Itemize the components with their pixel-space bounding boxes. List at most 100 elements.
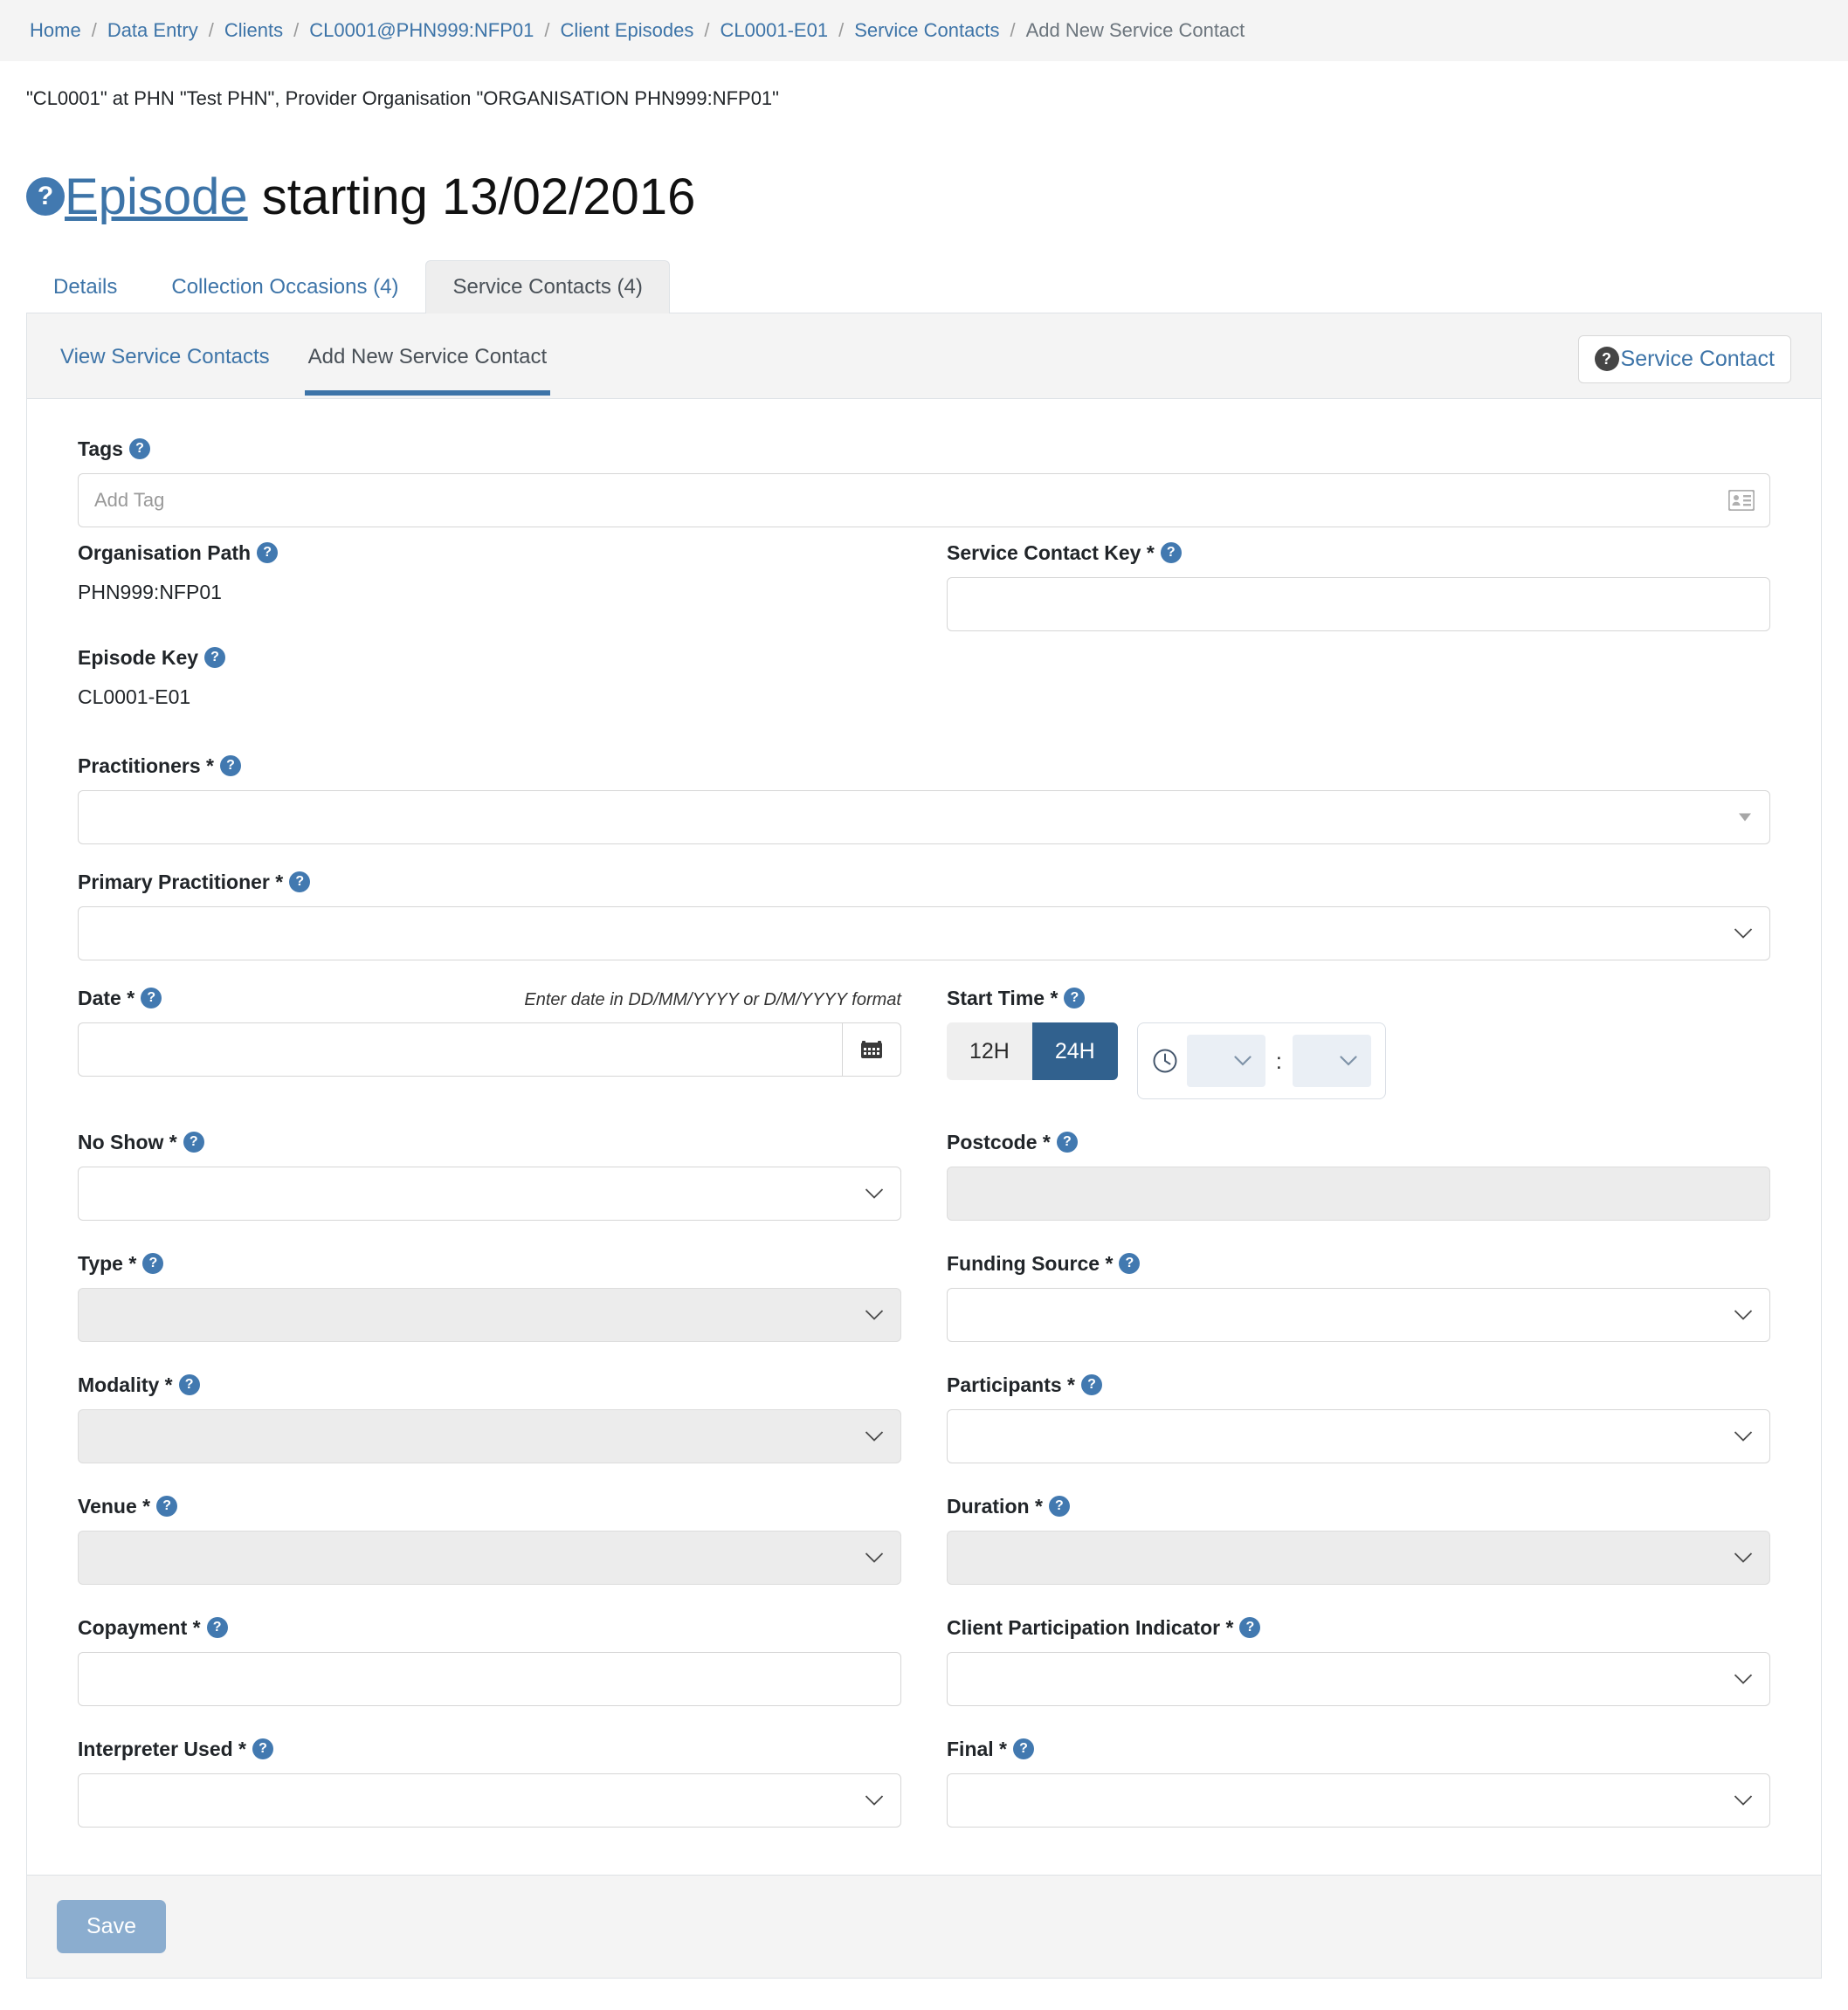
postcode-label-text: Postcode * bbox=[947, 1131, 1051, 1154]
participants-select[interactable] bbox=[947, 1409, 1770, 1464]
page-title-link[interactable]: Episode bbox=[65, 169, 248, 225]
subtab-add-new-service-contact[interactable]: Add New Service Contact bbox=[304, 336, 551, 396]
start-time-controls: 12H 24H : bbox=[947, 1022, 1770, 1100]
row-modality-participants: Modality *? Participants *? bbox=[78, 1373, 1770, 1476]
final-select[interactable] bbox=[947, 1773, 1770, 1828]
question-mark-icon[interactable]: ? bbox=[1081, 1374, 1102, 1396]
field-postcode: Postcode *? bbox=[947, 1131, 1770, 1222]
episode-key-label-text: Episode Key bbox=[78, 646, 199, 670]
col-right-service-contact-key: Service Contact Key *? bbox=[947, 541, 1770, 721]
breadcrumb-item-data-entry[interactable]: Data Entry bbox=[107, 19, 198, 42]
primary-practitioner-select[interactable] bbox=[78, 906, 1770, 961]
funding-source-select-wrapper bbox=[947, 1288, 1770, 1343]
no-show-select[interactable] bbox=[78, 1167, 901, 1222]
interpreter-used-select[interactable] bbox=[78, 1773, 901, 1828]
hour-select[interactable] bbox=[1186, 1035, 1265, 1088]
row-type-funding-source: Type *? Funding Source *? bbox=[78, 1252, 1770, 1354]
breadcrumb-item-clients[interactable]: Clients bbox=[224, 19, 283, 42]
venue-select bbox=[78, 1531, 901, 1586]
question-mark-icon[interactable]: ? bbox=[26, 176, 65, 216]
question-mark-icon[interactable]: ? bbox=[206, 1617, 228, 1639]
question-mark-icon[interactable]: ? bbox=[142, 1253, 164, 1275]
question-mark-icon[interactable]: ? bbox=[1160, 542, 1182, 564]
episode-key-value: CL0001-E01 bbox=[78, 685, 191, 709]
date-label: Date *? bbox=[78, 987, 162, 1010]
type-select-wrapper bbox=[78, 1288, 901, 1343]
client-participation-indicator-select[interactable] bbox=[947, 1652, 1770, 1707]
question-mark-icon[interactable]: ? bbox=[1048, 1496, 1070, 1518]
question-mark-icon[interactable]: ? bbox=[1239, 1617, 1261, 1639]
field-venue: Venue *? bbox=[78, 1495, 901, 1586]
final-label: Final *? bbox=[947, 1738, 1770, 1761]
no-show-label: No Show *? bbox=[78, 1131, 901, 1154]
practitioners-multiselect[interactable] bbox=[78, 790, 1770, 845]
hour-format-toggle: 12H 24H bbox=[947, 1022, 1118, 1081]
duration-select-wrapper bbox=[947, 1531, 1770, 1586]
tab-service-contacts[interactable]: Service Contacts (4) bbox=[425, 260, 670, 314]
participants-select-wrapper bbox=[947, 1409, 1770, 1464]
breadcrumb-separator: / bbox=[91, 19, 97, 41]
no-show-label-text: No Show * bbox=[78, 1131, 177, 1154]
question-mark-icon[interactable]: ? bbox=[219, 755, 241, 777]
interpreter-used-label: Interpreter Used *? bbox=[78, 1738, 901, 1761]
question-mark-icon[interactable]: ? bbox=[289, 871, 311, 893]
question-mark-icon[interactable]: ? bbox=[1119, 1253, 1141, 1275]
calendar-button[interactable] bbox=[842, 1022, 901, 1077]
field-service-contact-key: Service Contact Key *? bbox=[947, 541, 1770, 632]
question-mark-icon[interactable]: ? bbox=[1056, 1132, 1078, 1153]
address-card-icon[interactable] bbox=[1727, 489, 1755, 513]
service-contact-help-button[interactable]: ? Service Contact bbox=[1577, 335, 1791, 384]
service-contact-key-input[interactable] bbox=[947, 577, 1770, 632]
question-mark-icon[interactable]: ? bbox=[156, 1496, 178, 1518]
breadcrumb-item-home[interactable]: Home bbox=[30, 19, 81, 42]
question-mark-icon[interactable]: ? bbox=[204, 647, 226, 669]
venue-select-wrapper bbox=[78, 1531, 901, 1586]
date-label-row: Date *? Enter date in DD/MM/YYYY or D/M/… bbox=[78, 987, 901, 1010]
minute-select[interactable] bbox=[1292, 1035, 1371, 1088]
subtab-view-service-contacts[interactable]: View Service Contacts bbox=[57, 336, 273, 396]
copayment-input[interactable] bbox=[78, 1652, 901, 1707]
hour-format-24h-button[interactable]: 24H bbox=[1031, 1022, 1118, 1081]
question-mark-icon[interactable]: ? bbox=[252, 1738, 274, 1760]
col-left-date: Date *? Enter date in DD/MM/YYYY or D/M/… bbox=[78, 987, 901, 1112]
date-input[interactable] bbox=[78, 1022, 842, 1077]
field-participants: Participants *? bbox=[947, 1373, 1770, 1464]
breadcrumb-item-service-contacts[interactable]: Service Contacts bbox=[854, 19, 999, 42]
question-mark-icon[interactable]: ? bbox=[183, 1132, 204, 1153]
date-input-group bbox=[78, 1022, 901, 1077]
context-line: "CL0001" at PHN "Test PHN", Provider Org… bbox=[26, 87, 779, 109]
question-mark-icon[interactable]: ? bbox=[178, 1374, 200, 1396]
question-mark-icon[interactable]: ? bbox=[128, 438, 150, 460]
field-interpreter-used: Interpreter Used *? bbox=[78, 1738, 901, 1828]
modality-select bbox=[78, 1409, 901, 1464]
breadcrumb-separator: / bbox=[704, 19, 710, 41]
question-mark-icon[interactable]: ? bbox=[1013, 1738, 1035, 1760]
tab-details[interactable]: Details bbox=[26, 260, 144, 313]
primary-practitioner-label: Primary Practitioner *? bbox=[78, 871, 1770, 894]
field-organisation-path: Organisation Path? PHN999:NFP01 bbox=[78, 541, 901, 604]
form-footer: Save bbox=[27, 1875, 1821, 1979]
row-no-show-postcode: No Show *? Postcode *? bbox=[78, 1131, 1770, 1233]
breadcrumb-item-episode[interactable]: CL0001-E01 bbox=[721, 19, 829, 42]
bottom-spacer bbox=[0, 1979, 1848, 2010]
breadcrumb-item-client-episodes[interactable]: Client Episodes bbox=[561, 19, 694, 42]
question-mark-icon[interactable]: ? bbox=[1064, 988, 1086, 1009]
practitioners-select-wrapper bbox=[78, 790, 1770, 845]
funding-source-select[interactable] bbox=[947, 1288, 1770, 1343]
no-show-select-wrapper bbox=[78, 1167, 901, 1222]
tags-input[interactable] bbox=[78, 473, 1770, 528]
question-mark-icon[interactable]: ? bbox=[257, 542, 279, 564]
date-label-text: Date * bbox=[78, 987, 135, 1010]
hour-format-12h-button[interactable]: 12H bbox=[947, 1022, 1032, 1081]
tab-collection-occasions[interactable]: Collection Occasions (4) bbox=[144, 260, 425, 313]
breadcrumb-item-client[interactable]: CL0001@PHN999:NFP01 bbox=[309, 19, 534, 42]
breadcrumb-separator: / bbox=[544, 19, 550, 41]
organisation-path-label-text: Organisation Path bbox=[78, 541, 252, 565]
question-mark-icon[interactable]: ? bbox=[141, 988, 162, 1009]
organisation-path-value: PHN999:NFP01 bbox=[78, 581, 222, 604]
service-contacts-panel: View Service Contacts Add New Service Co… bbox=[26, 313, 1822, 1979]
time-separator: : bbox=[1275, 1047, 1282, 1074]
field-type: Type *? bbox=[78, 1252, 901, 1343]
save-button[interactable]: Save bbox=[57, 1900, 166, 1954]
clock-icon bbox=[1152, 1048, 1178, 1074]
